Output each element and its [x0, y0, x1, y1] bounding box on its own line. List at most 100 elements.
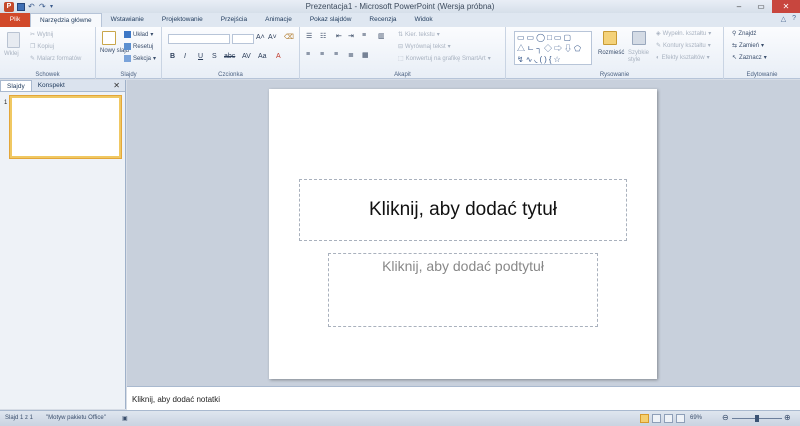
- new-slide-icon[interactable]: [102, 31, 116, 45]
- align-left-icon[interactable]: ≡: [306, 51, 310, 58]
- redo-icon[interactable]: ↷: [39, 2, 47, 11]
- tab-design[interactable]: Projektowanie: [153, 13, 212, 27]
- slideshow-view-icon[interactable]: [676, 414, 685, 423]
- slide-thumbnail[interactable]: [10, 96, 121, 158]
- fill-bucket-icon: ◈: [656, 31, 661, 37]
- replace-button[interactable]: ⇆ Zamień ▾: [732, 42, 764, 50]
- tab-file[interactable]: Plik: [0, 13, 30, 27]
- maximize-icon[interactable]: ▭: [750, 0, 772, 13]
- window-title: Prezentacja1 - Microsoft PowerPoint (Wer…: [305, 2, 495, 11]
- group-paragraph: ☰ ☷ ⇤ ⇥ ≡ ▥ ≡ ≡ ≡ ≣ ▦ ⇅ Kier. tekstu ▾ ⊟ Wy…: [300, 27, 506, 79]
- italic-icon[interactable]: I: [184, 53, 186, 60]
- find-button[interactable]: ⚲ Znajdź: [732, 30, 756, 38]
- char-spacing-icon[interactable]: AV: [242, 53, 251, 60]
- underline-icon[interactable]: U: [198, 53, 203, 60]
- layout-button[interactable]: Układ ▾: [124, 31, 153, 38]
- font-name-combo[interactable]: [168, 34, 230, 44]
- theme-name[interactable]: "Motyw pakietu Office": [46, 415, 106, 421]
- layout-icon: [124, 31, 131, 38]
- undo-icon[interactable]: ↶: [28, 2, 36, 11]
- shadow-icon[interactable]: S: [212, 53, 217, 60]
- normal-view-icon[interactable]: [640, 414, 649, 423]
- reading-view-icon[interactable]: [664, 414, 673, 423]
- tab-transitions[interactable]: Przejścia: [212, 13, 256, 27]
- columns-icon[interactable]: ▥: [378, 32, 385, 40]
- subtitle-placeholder[interactable]: Kliknij, aby dodać podtytuł: [328, 253, 598, 327]
- quick-styles-icon[interactable]: [632, 31, 646, 45]
- tab-slideshow[interactable]: Pokaz slajdów: [301, 13, 361, 27]
- zoom-level[interactable]: 69%: [690, 415, 702, 421]
- shape-effects-button[interactable]: ◐ Efekty kształtów ▾: [656, 54, 710, 62]
- increase-indent-icon[interactable]: ⇥: [348, 32, 354, 40]
- spelling-icon[interactable]: ▣: [122, 415, 128, 422]
- powerpoint-logo-icon[interactable]: P: [4, 1, 14, 12]
- close-panel-icon[interactable]: ✕: [113, 80, 125, 91]
- title-placeholder[interactable]: Kliknij, aby dodać tytuł: [299, 179, 627, 241]
- paste-icon[interactable]: [7, 32, 20, 48]
- zoom-in-icon[interactable]: ⊕: [784, 413, 791, 422]
- tab-view[interactable]: Widok: [406, 13, 442, 27]
- group-label-paragraph: Akapit: [394, 72, 411, 78]
- align-right-icon[interactable]: ≡: [334, 51, 338, 58]
- shapes-gallery[interactable]: ▭▭◯□▭▢ △ㄴ┐◇⇨⇩⬠ ↯∿◟(){☆: [514, 31, 592, 65]
- zoom-slider-handle[interactable]: [755, 415, 759, 422]
- align-text-button[interactable]: ⊟ Wyrównaj tekst ▾: [398, 43, 451, 51]
- group-editing: ⚲ Znajdź ⇆ Zamień ▾ ↖ Zaznacz ▾ Edytowanie: [724, 27, 800, 79]
- zoom-out-icon[interactable]: ⊖: [722, 413, 729, 422]
- help-icon[interactable]: ?: [792, 15, 796, 23]
- font-size-combo[interactable]: [232, 34, 254, 44]
- tab-slides-panel[interactable]: Slajdy: [0, 80, 32, 91]
- bullets-icon[interactable]: ☰: [306, 32, 312, 40]
- tab-home[interactable]: Narzędzia główne: [30, 13, 102, 27]
- tab-outline-panel[interactable]: Konspekt: [32, 80, 71, 91]
- status-bar: Slajd 1 z 1 "Motyw pakietu Office" ▣ 69%…: [0, 410, 800, 426]
- distribute-icon[interactable]: ▦: [362, 51, 369, 59]
- minimize-icon[interactable]: –: [728, 0, 750, 13]
- strikethrough-icon[interactable]: abc: [224, 53, 235, 60]
- shape-fill-button[interactable]: ◈ Wypełn. kształtu ▾: [656, 30, 711, 38]
- reset-button[interactable]: Resetuj: [124, 43, 153, 50]
- notes-pane[interactable]: Kliknij, aby dodać notatki: [127, 386, 800, 410]
- smartart-button[interactable]: ⬚ Konwertuj na grafikę SmartArt ▾: [398, 55, 491, 63]
- justify-icon[interactable]: ≣: [348, 51, 354, 59]
- slide-canvas[interactable]: Kliknij, aby dodać tytuł Kliknij, aby do…: [269, 89, 657, 379]
- text-direction-button[interactable]: ⇅ Kier. tekstu ▾: [398, 31, 440, 39]
- shape-outline-button[interactable]: ✎ Kontury kształtu ▾: [656, 42, 711, 50]
- select-arrow-icon: ↖: [732, 55, 738, 61]
- replace-icon: ⇆: [732, 43, 738, 49]
- select-button[interactable]: ↖ Zaznacz ▾: [732, 54, 767, 62]
- paste-button[interactable]: Wklej: [4, 51, 19, 57]
- arrange-icon[interactable]: [603, 31, 617, 45]
- copy-button[interactable]: ❐ Kopiuj: [30, 43, 54, 51]
- customize-qat-icon[interactable]: ▾: [50, 3, 58, 11]
- format-painter-button[interactable]: ✎ Malarz formatów: [30, 55, 81, 63]
- shrink-font-icon[interactable]: A˅: [268, 34, 277, 41]
- align-center-icon[interactable]: ≡: [320, 51, 324, 58]
- section-button[interactable]: Sekcja ▾: [124, 55, 156, 62]
- tab-review[interactable]: Recenzja: [360, 13, 405, 27]
- decrease-indent-icon[interactable]: ⇤: [336, 32, 342, 40]
- tab-insert[interactable]: Wstawianie: [102, 13, 153, 27]
- minimize-ribbon-icon[interactable]: △: [781, 15, 786, 23]
- clear-formatting-icon[interactable]: ⌫: [284, 33, 294, 41]
- tab-animations[interactable]: Animacje: [256, 13, 301, 27]
- close-icon[interactable]: ✕: [772, 0, 800, 13]
- effects-icon: ◐: [656, 54, 660, 61]
- cut-button[interactable]: ✂ Wytnij: [30, 31, 53, 39]
- change-case-icon[interactable]: Aa: [258, 53, 267, 60]
- slide-info: Slajd 1 z 1: [5, 415, 34, 421]
- quick-styles-button[interactable]: Szybkie style: [628, 50, 652, 64]
- save-icon[interactable]: [17, 2, 25, 11]
- arrange-button[interactable]: Rozmieść: [598, 50, 624, 56]
- align-text-icon: ⊟: [398, 44, 404, 50]
- grow-font-icon[interactable]: A˄: [256, 34, 265, 41]
- shapes-row-3: ↯∿◟(){☆: [517, 55, 563, 64]
- line-spacing-icon[interactable]: ≡: [362, 32, 366, 39]
- notes-placeholder: Kliknij, aby dodać notatki: [132, 395, 221, 404]
- slide-sorter-icon[interactable]: [652, 414, 661, 423]
- numbering-icon[interactable]: ☷: [320, 32, 326, 40]
- font-color-icon[interactable]: A: [276, 53, 281, 60]
- quick-access-toolbar: P ↶ ↷ ▾: [0, 1, 120, 12]
- bold-icon[interactable]: B: [170, 53, 175, 60]
- shapes-row-2: △ㄴ┐◇⇨⇩⬠: [517, 44, 583, 53]
